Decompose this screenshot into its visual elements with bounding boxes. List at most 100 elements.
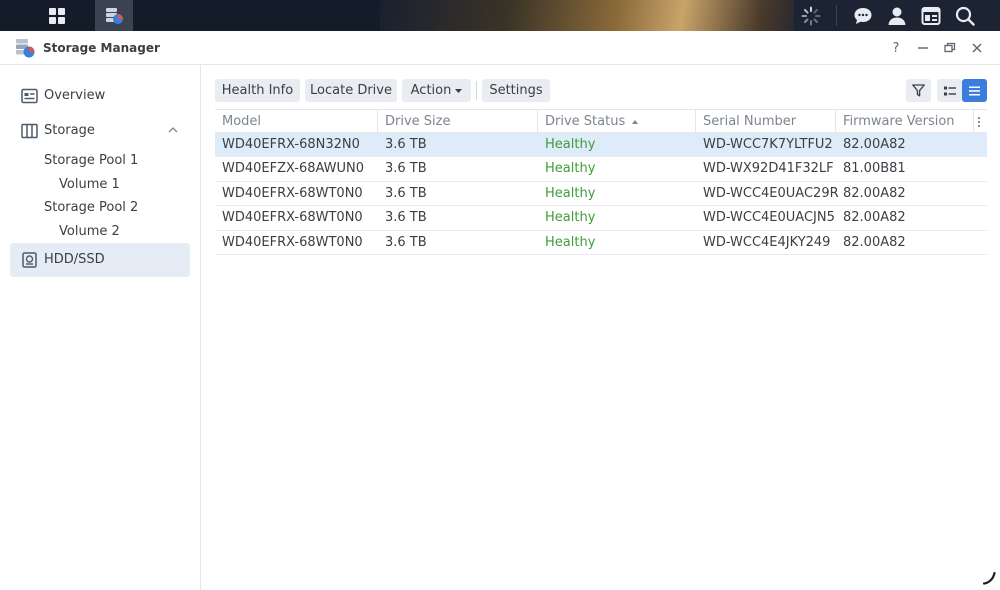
chevron-up-icon[interactable]: [168, 126, 178, 134]
drive-size-cell: 3.6 TB: [385, 234, 427, 250]
firmware-version-cell: 81.00B81: [843, 161, 906, 177]
storage-manager-icon: [16, 39, 35, 58]
drive-size-cell: 3.6 TB: [385, 137, 427, 152]
restore-icon: [944, 42, 956, 53]
settings-button[interactable]: Settings: [482, 79, 550, 102]
drive-status-cell: Healthy: [545, 210, 596, 226]
serial-number-cell: WD-WCC4E0UAC29R: [703, 185, 839, 201]
health-info-label: Health Info: [221, 83, 294, 98]
close-button[interactable]: [968, 39, 986, 57]
window-titlebar[interactable]: Storage Manager ?: [0, 31, 1000, 65]
locate-drive-label: Locate Drive: [310, 83, 392, 98]
taskbar-storage-manager-button[interactable]: [95, 0, 133, 31]
drive-status-cell: Healthy: [545, 137, 596, 152]
user-icon: [888, 7, 906, 25]
drive-size-cell: 3.6 TB: [385, 185, 427, 201]
sidebar-item-label: HDD/SSD: [44, 252, 105, 267]
minimize-button[interactable]: [914, 39, 932, 57]
serial-number-cell: WD-WX92D41F32LF: [703, 161, 834, 177]
settings-label: Settings: [489, 83, 543, 98]
help-icon: ?: [892, 40, 900, 56]
column-header-drive-status[interactable]: Drive Status: [538, 110, 696, 133]
table-row[interactable]: WD40EFZX-68AWUN0 3.6 TB Healthy WD-WX92D41F…: [215, 157, 987, 182]
list-view-button[interactable]: [962, 79, 987, 102]
sidebar-item-storage-pool-1[interactable]: Storage Pool 1: [44, 153, 138, 168]
column-label: Firmware Version: [843, 114, 955, 129]
help-button[interactable]: ?: [887, 39, 905, 57]
column-label: Drive Status: [545, 114, 626, 129]
sidebar-item-hdd-ssd[interactable]: HDD/SSD: [10, 243, 190, 277]
drive-status-cell: Healthy: [545, 161, 596, 177]
serial-number-cell: WD-WCC7K7YLTFU2: [703, 137, 833, 152]
firmware-version-cell: 82.00A82: [843, 185, 906, 201]
sidebar-item-storage-pool-2[interactable]: Storage Pool 2: [44, 200, 138, 215]
search-button[interactable]: [948, 0, 982, 31]
firmware-version-cell: 82.00A82: [843, 210, 906, 226]
sidebar-item-volume-1[interactable]: Volume 1: [59, 177, 120, 192]
sidebar-item-volume-2[interactable]: Volume 2: [59, 224, 120, 239]
health-info-button[interactable]: Health Info: [215, 79, 300, 102]
column-label: Model: [222, 114, 262, 129]
table-row[interactable]: WD40EFRX-68N32N0 3.6 TB Healthy WD-WCC7K7YL…: [215, 133, 987, 158]
serial-number-cell: WD-WCC4E0UACJN5: [703, 210, 835, 226]
caret-down-icon: [455, 88, 463, 93]
list-detail-icon: [943, 86, 956, 95]
firmware-version-cell: 82.00A82: [843, 137, 906, 152]
drive-table: Model Drive Size Drive Status Serial Num…: [215, 109, 987, 255]
table-row[interactable]: WD40EFRX-68WT0N0 3.6 TB Healthy WD-WCC4E4JK…: [215, 231, 987, 255]
column-header-model[interactable]: Model: [215, 110, 378, 133]
column-header-drive-size[interactable]: Drive Size: [378, 110, 538, 133]
column-header-serial-number[interactable]: Serial Number: [696, 110, 836, 133]
more-vertical-icon: [977, 116, 981, 127]
drive-status-cell: Healthy: [545, 234, 596, 250]
sidebar: Overview Storage Storage Pool 1 Volume 1…: [0, 65, 201, 590]
model-cell: WD40EFRX-68WT0N0: [222, 234, 363, 250]
widgets-button[interactable]: [914, 0, 948, 31]
storage-manager-icon: [106, 7, 123, 24]
overview-icon: [21, 88, 38, 104]
user-button[interactable]: [880, 0, 914, 31]
sidebar-item-storage[interactable]: Storage: [10, 114, 190, 148]
table-row[interactable]: WD40EFRX-68WT0N0 3.6 TB Healthy WD-WCC4E0UA…: [215, 206, 987, 231]
loading-spinner-icon: [801, 6, 821, 25]
hdd-icon: [22, 252, 37, 268]
model-cell: WD40EFZX-68AWUN0: [222, 161, 365, 177]
taskbar: [0, 0, 1000, 31]
taskbar-tray: [794, 0, 1000, 31]
action-dropdown-button[interactable]: Action: [402, 79, 471, 102]
search-icon: [955, 6, 975, 26]
model-cell: WD40EFRX-68WT0N0: [222, 185, 363, 201]
drive-size-cell: 3.6 TB: [385, 161, 427, 177]
desktop-wallpaper: [380, 0, 810, 31]
drive-size-cell: 3.6 TB: [385, 210, 427, 226]
filter-button[interactable]: [906, 79, 931, 102]
drive-status-cell: Healthy: [545, 185, 596, 201]
sidebar-item-label: Overview: [44, 88, 106, 103]
detail-view-button[interactable]: [937, 79, 962, 102]
action-label: Action: [410, 83, 452, 98]
storage-icon: [21, 123, 38, 139]
sidebar-item-overview[interactable]: Overview: [10, 79, 190, 113]
sidebar-item-label: Storage: [44, 123, 95, 138]
minimize-icon: [918, 47, 928, 49]
serial-number-cell: WD-WCC4E4JKY249: [703, 234, 831, 250]
restore-button[interactable]: [941, 39, 959, 57]
column-label: Serial Number: [703, 114, 797, 129]
chat-icon: [854, 7, 872, 24]
sort-ascending-icon: [632, 119, 639, 124]
column-label: Drive Size: [385, 114, 451, 129]
widgets-icon: [921, 6, 941, 25]
loading-spinner-button[interactable]: [794, 0, 828, 31]
resize-handle-icon[interactable]: [982, 571, 996, 585]
main-menu-button[interactable]: [38, 0, 76, 31]
table-header: Model Drive Size Drive Status Serial Num…: [215, 109, 987, 133]
column-header-firmware-version[interactable]: Firmware Version: [836, 110, 974, 133]
chat-button[interactable]: [846, 0, 880, 31]
column-menu-button[interactable]: [974, 110, 987, 133]
table-body: WD40EFRX-68N32N0 3.6 TB Healthy WD-WCC7K7YL…: [215, 133, 987, 255]
filter-icon: [912, 84, 925, 97]
table-row[interactable]: WD40EFRX-68WT0N0 3.6 TB Healthy WD-WCC4E0UA…: [215, 182, 987, 207]
close-icon: [972, 43, 982, 53]
firmware-version-cell: 82.00A82: [843, 234, 906, 250]
locate-drive-button[interactable]: Locate Drive: [305, 79, 397, 102]
